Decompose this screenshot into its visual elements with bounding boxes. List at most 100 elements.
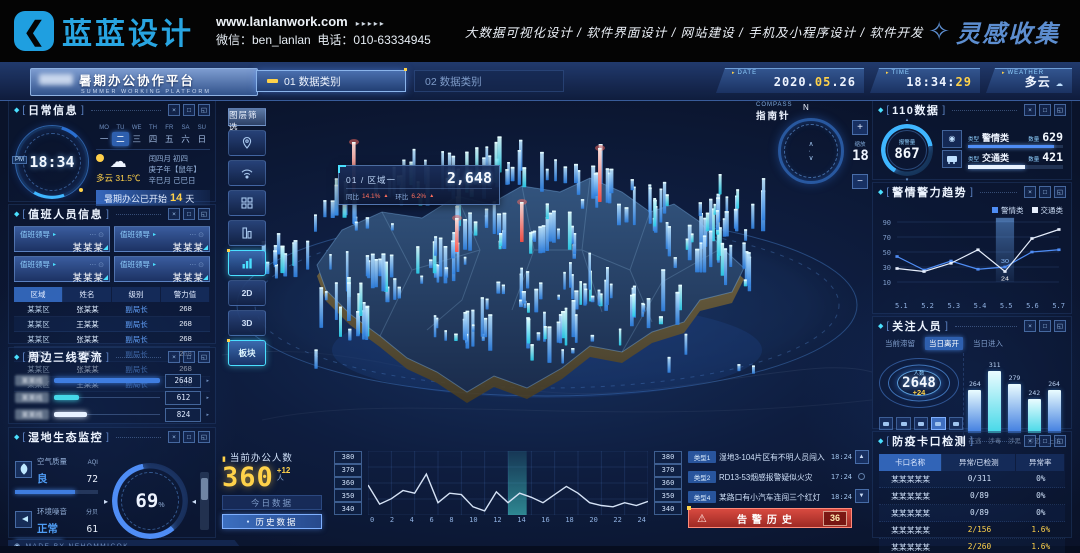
scroll-up-icon[interactable]: ▲ [855,450,869,464]
alert-time: 18:24 [831,453,852,461]
platform-title: 暑期办公协作平台 [79,70,195,89]
expand-icon[interactable]: ◱ [1054,186,1066,198]
expand-icon[interactable]: ◱ [1054,320,1066,332]
analog-clock: 18:34 PM [15,125,89,199]
alarm-category-row: ◉ 类型警情类数量629 [942,130,1063,149]
alert-count-badge: 36 [823,511,847,526]
expand-icon[interactable]: ◱ [198,104,210,116]
inspiration-collect[interactable]: ✧ 灵感收集 [928,14,1060,49]
target-icon[interactable] [914,417,928,430]
table-row[interactable]: 某某区王某某副局长268 [14,317,210,332]
tab-data-category-2[interactable]: 02 数据类别 [414,70,564,92]
checkpoint-row[interactable]: 某某某某某2/1561.6% [879,522,1065,539]
layer-signal-button[interactable] [228,160,266,186]
expand-icon[interactable]: ◱ [198,351,210,363]
close-icon[interactable]: × [168,104,180,116]
view-plate-button[interactable]: 板块 [228,340,266,366]
tab-current-stay[interactable]: 当前滞留 [881,337,919,350]
air-quality-block: 空气质量良 AQI72 [15,451,98,494]
table-row[interactable]: 某某区张某某副局长268 [14,332,210,347]
zoom-in-button[interactable]: + [852,120,868,135]
table-row[interactable]: 某某区张某某副局长268 [14,302,210,317]
gauge-right-arrow[interactable]: ◂ [192,497,196,506]
flow-fill [54,412,87,417]
window-icon[interactable]: □ [183,431,195,443]
alert-item[interactable]: 类型1 湿地3-104片区有不明人员闯入 18:24 [688,448,852,466]
checkpoint-row[interactable]: 某某某某某2/2601.6% [879,539,1065,553]
scroll-down-icon[interactable]: ▼ [855,489,869,503]
office-trend-chart[interactable]: 024681012141618202224 [368,448,648,538]
checkpoint-row[interactable]: 某某某某某0/890% [879,488,1065,505]
tab-left-today[interactable]: 当日离开 [925,337,963,350]
window-icon[interactable]: □ [1039,104,1051,116]
platform-subtitle: SUMMER WORKING PLATFORM [81,89,257,95]
svg-text:24: 24 [1001,276,1009,282]
duty-card[interactable]: 值班领导▸⋯ ⊙某某某 [114,256,210,282]
grid-icon [240,196,254,210]
camera-icon: ◉ [942,130,962,148]
expand-icon[interactable]: ◱ [1054,435,1066,447]
expand-icon[interactable]: ◱ [198,431,210,443]
pin-icon [240,136,254,150]
window-icon[interactable]: □ [1039,186,1051,198]
alert-type-badge: 类型4 [688,491,716,503]
trend-y-axis: 9070503010 [877,217,893,297]
duty-card[interactable]: 值班领导▸⋯ ⊙某某某 [114,226,210,252]
panel-title: 110数据 [892,102,939,118]
window-icon[interactable]: □ [1039,320,1051,332]
car-icon[interactable] [879,417,893,430]
duty-card[interactable]: 值班领导▸⋯ ⊙某某某 [14,256,110,282]
police-trend-chart[interactable]: 3024 [893,217,1065,297]
map-tooltip[interactable]: 01 / 区域一 2,648 同比14.1%▲ 环比6.2%▲ [338,165,500,205]
alert-history-button[interactable]: ⚠ 告警历史 36 [688,508,852,528]
window-icon[interactable]: □ [183,208,195,220]
checkpoint-row[interactable]: 某某某某某0/3110% [879,471,1065,488]
gauge-value: 69 [135,490,158,512]
checkpoint-row[interactable]: 某某某某某0/890% [879,505,1065,522]
close-icon[interactable]: × [1024,186,1036,198]
layer-chart-button[interactable] [228,250,266,276]
bar-chart-icon [240,256,254,270]
window-icon[interactable]: □ [183,351,195,363]
person-icon[interactable] [931,417,945,430]
zoom-out-button[interactable]: − [852,174,868,189]
gauge-left-arrow[interactable]: ▸ [104,497,108,506]
phone-icon[interactable] [896,417,910,430]
duty-card[interactable]: 值班领导▸⋯ ⊙某某某 [14,226,110,252]
tab-data-category-1[interactable]: 01 数据类别 [256,70,406,92]
air-progress [15,490,98,494]
view-3d-button[interactable]: 3D [228,310,266,336]
screen: ❮ 蓝蓝设计 www.lanlanwork.com▸▸▸▸▸ 微信：ben_la… [0,0,1080,553]
alert-item[interactable]: 类型2 RD13-53烟感报警疑似火灾 17:24 [688,468,852,486]
window-icon[interactable]: □ [183,104,195,116]
close-icon[interactable]: × [1024,104,1036,116]
scrollbar[interactable] [200,472,209,530]
close-icon[interactable]: × [1024,320,1036,332]
close-icon[interactable]: × [168,208,180,220]
expand-icon[interactable]: ◱ [198,208,210,220]
today-data-button[interactable]: 今日数据 [222,495,322,510]
layer-pin-button[interactable] [228,130,266,156]
compass-dial[interactable]: ∧·∨ [778,118,844,184]
flow-fill [54,378,160,383]
panel-title: 值班人员信息 [28,206,103,222]
chat-icon[interactable] [949,417,963,430]
window-icon[interactable]: □ [1039,435,1051,447]
logo[interactable]: ❮ 蓝蓝设计 [14,9,194,53]
platform-title-plate: 暑期办公协作平台 SUMMER WORKING PLATFORM [30,68,258,96]
close-icon[interactable]: × [168,431,180,443]
layer-building-button[interactable] [228,220,266,246]
flow-row: 某某线 612▸ [15,389,209,406]
history-data-button[interactable]: ●历史数据 [222,514,322,529]
close-icon[interactable]: × [1024,435,1036,447]
clock-period: PM [12,156,27,164]
site-url[interactable]: www.lanlanwork.com [216,14,348,29]
alert-item[interactable]: 类型4 某路口有小汽车连闯三个红灯 18:24 [688,488,852,506]
close-icon[interactable]: × [168,351,180,363]
panel-daily-info: ◆[日常信息] ×□◱ 18:34 PM MOTUWETHFRSASU 一二三四… [8,100,216,202]
layer-grid-button[interactable] [228,190,266,216]
expand-icon[interactable]: ◱ [1054,104,1066,116]
tab-entered-today[interactable]: 当日进入 [969,337,1007,350]
view-2d-button[interactable]: 2D [228,280,266,306]
redacted-logo [39,74,73,85]
